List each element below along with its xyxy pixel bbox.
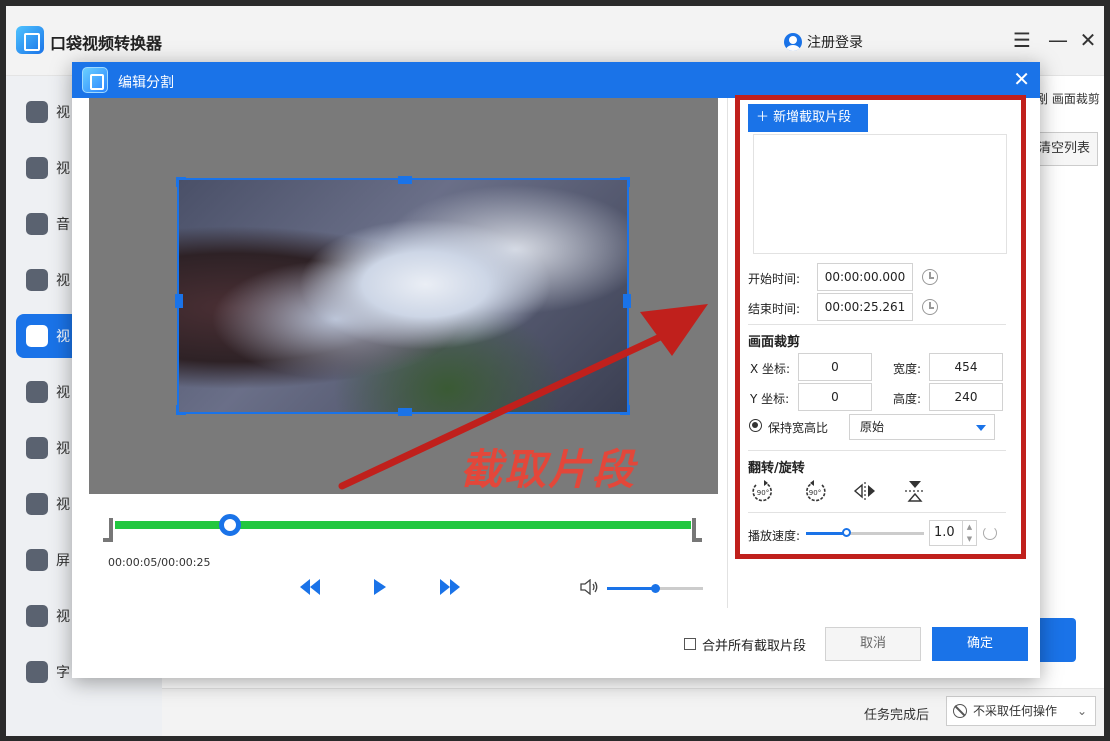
subtitle-icon: [26, 661, 48, 683]
menu-icon[interactable]: ☰: [1010, 28, 1034, 52]
time-display: 00:00:05/00:00:25: [108, 556, 211, 569]
screen-record-icon: [26, 549, 48, 571]
playhead[interactable]: [219, 514, 242, 536]
volume-knob[interactable]: [651, 584, 660, 593]
clear-list-button[interactable]: 清空列表: [1030, 132, 1098, 166]
crop-handle-top[interactable]: [398, 176, 412, 184]
dialog-close-icon[interactable]: ✕: [1013, 68, 1030, 90]
crop-handle-left[interactable]: [175, 294, 183, 308]
play-icon[interactable]: [373, 578, 387, 596]
close-icon[interactable]: ✕: [1076, 28, 1100, 52]
annotation-highlight-box: [735, 95, 1026, 559]
trim-start-handle[interactable]: [103, 518, 113, 542]
start-button[interactable]: [1036, 618, 1076, 662]
minimize-icon[interactable]: —: [1046, 28, 1070, 52]
annotation-text: 截取片段: [460, 445, 637, 494]
dialog-header: 编辑分割 ✕: [72, 62, 1040, 98]
crop-handle-top-right[interactable]: [620, 177, 630, 187]
cancel-button[interactable]: 取消: [825, 627, 921, 661]
video-download-icon: [26, 157, 48, 179]
rewind-icon[interactable]: [299, 578, 321, 596]
dialog-logo-icon: [82, 67, 108, 93]
login-button[interactable]: 注册登录: [784, 32, 863, 52]
video-split-icon: [26, 325, 48, 347]
volume-icon[interactable]: [579, 579, 599, 595]
crop-handle-bottom-left[interactable]: [176, 405, 186, 415]
chevron-down-icon: ⌄: [1076, 704, 1087, 718]
volume-slider[interactable]: [607, 584, 703, 593]
gif-icon: [26, 381, 48, 403]
after-task-select[interactable]: 不采取任何操作 ⌄: [946, 696, 1096, 726]
merge-label: 合并所有截取片段: [702, 639, 807, 654]
dialog-title: 编辑分割: [118, 75, 174, 91]
user-icon: [784, 33, 802, 51]
video-audio-icon: [26, 605, 48, 627]
timeline-track[interactable]: [115, 521, 691, 529]
confirm-button[interactable]: 确定: [932, 627, 1028, 661]
tab-crop[interactable]: 剐 画面裁剪: [1036, 90, 1100, 107]
fast-forward-icon[interactable]: [439, 578, 461, 596]
dialog-footer: 合并所有截取片段 取消 确定: [72, 608, 1040, 678]
video-image-icon: [26, 493, 48, 515]
video-convert-icon: [26, 101, 48, 123]
timeline: 00:00:05/00:00:25: [89, 494, 718, 608]
after-task-label: 任务完成后: [864, 708, 930, 723]
ban-icon: [953, 704, 967, 718]
volume-fill: [607, 587, 655, 590]
audio-icon: [26, 213, 48, 235]
trim-end-handle[interactable]: [692, 518, 702, 542]
video-merge-icon: [26, 437, 48, 459]
login-label: 注册登录: [807, 35, 863, 51]
video-play-icon: [26, 269, 48, 291]
crop-handle-top-left[interactable]: [176, 177, 186, 187]
merge-checkbox[interactable]: [684, 638, 696, 650]
app-title: 口袋视频转换器: [50, 34, 163, 53]
app-logo-icon: [16, 26, 44, 54]
